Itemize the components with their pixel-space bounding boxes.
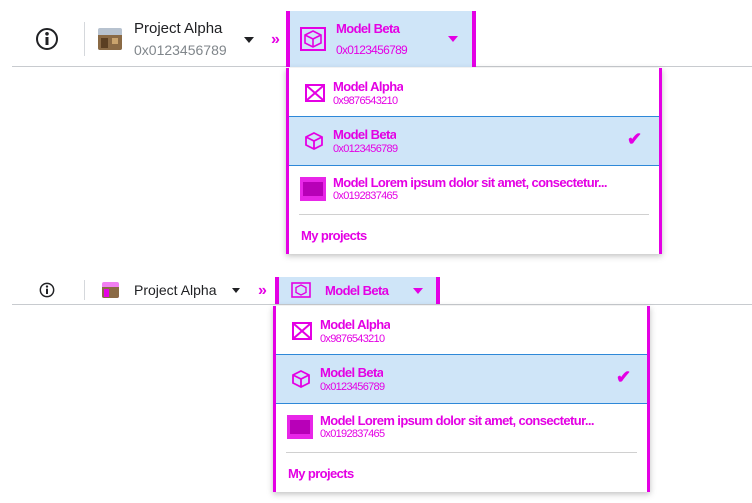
menu-item-model-lorem[interactable]: Model Lorem ipsum dolor sit amet, consec… xyxy=(276,404,647,452)
model-name: Model Beta xyxy=(336,21,400,36)
menu-item-model-beta[interactable]: Model Beta 0x0123456789 ✔ xyxy=(289,116,659,166)
project-thumbnail xyxy=(102,282,119,298)
cube-icon xyxy=(292,369,310,389)
check-icon: ✔ xyxy=(627,129,643,149)
chevron-down-icon xyxy=(232,288,240,293)
info-button[interactable] xyxy=(38,281,56,299)
menu-item-address: 0x0123456789 xyxy=(333,143,398,155)
model-selector[interactable]: Model Beta xyxy=(275,277,440,304)
cube-icon xyxy=(305,131,323,151)
breadcrumb-chevron-icon: » xyxy=(271,31,280,48)
project-selector[interactable]: Project Alpha xyxy=(98,280,248,302)
menu-item-name: Model Lorem ipsum dolor sit amet, consec… xyxy=(320,413,594,428)
project-thumbnail xyxy=(98,28,122,50)
project-address: 0x0123456789 xyxy=(134,42,227,58)
model-dropdown-menu: Model Alpha 0x9876543210 Model Beta 0x01… xyxy=(286,68,662,254)
toolbar-divider xyxy=(84,22,85,56)
my-projects-link[interactable]: My projects xyxy=(301,228,367,243)
chevron-down-icon xyxy=(448,36,458,42)
chevron-down-icon xyxy=(244,37,254,43)
project-name: Project Alpha xyxy=(134,282,217,298)
info-icon xyxy=(39,282,55,298)
info-icon xyxy=(36,28,58,50)
menu-divider xyxy=(299,214,649,215)
menu-item-address: 0x0192837465 xyxy=(333,190,398,202)
cube-crossed-icon xyxy=(292,322,312,340)
image-icon xyxy=(300,177,326,201)
model-address: 0x0123456789 xyxy=(336,43,408,57)
menu-item-name: Model Beta xyxy=(333,127,397,142)
menu-item-name: Model Beta xyxy=(320,365,384,380)
menu-item-address: 0x9876543210 xyxy=(320,333,385,345)
cube-icon xyxy=(291,282,311,298)
cube-crossed-icon xyxy=(305,84,325,102)
my-projects-link[interactable]: My projects xyxy=(288,466,354,481)
project-name: Project Alpha xyxy=(134,20,223,37)
menu-item-address: 0x9876543210 xyxy=(333,95,398,107)
info-button[interactable] xyxy=(34,26,60,52)
menu-divider xyxy=(286,452,637,453)
menu-item-name: Model Lorem ipsum dolor sit amet, consec… xyxy=(333,175,607,190)
menu-item-model-alpha[interactable]: Model Alpha 0x9876543210 xyxy=(289,68,659,116)
menu-item-model-beta[interactable]: Model Beta 0x0123456789 ✔ xyxy=(276,354,647,404)
check-icon: ✔ xyxy=(616,367,632,387)
model-dropdown-menu: Model Alpha 0x9876543210 Model Beta 0x01… xyxy=(273,306,650,492)
model-selector[interactable]: Model Beta 0x0123456789 xyxy=(286,11,476,67)
menu-item-model-lorem[interactable]: Model Lorem ipsum dolor sit amet, consec… xyxy=(289,166,659,214)
cube-icon xyxy=(300,27,326,51)
chevron-down-icon xyxy=(413,288,423,294)
breadcrumb-chevron-icon: » xyxy=(258,282,267,299)
menu-item-model-alpha[interactable]: Model Alpha 0x9876543210 xyxy=(276,306,647,354)
image-icon xyxy=(287,415,313,439)
project-selector[interactable]: Project Alpha 0x0123456789 xyxy=(96,18,260,62)
toolbar-divider xyxy=(84,280,85,300)
menu-item-name: Model Alpha xyxy=(320,317,391,332)
menu-item-address: 0x0192837465 xyxy=(320,428,385,440)
model-name: Model Beta xyxy=(325,283,389,298)
menu-item-address: 0x0123456789 xyxy=(320,381,385,393)
menu-item-name: Model Alpha xyxy=(333,79,404,94)
